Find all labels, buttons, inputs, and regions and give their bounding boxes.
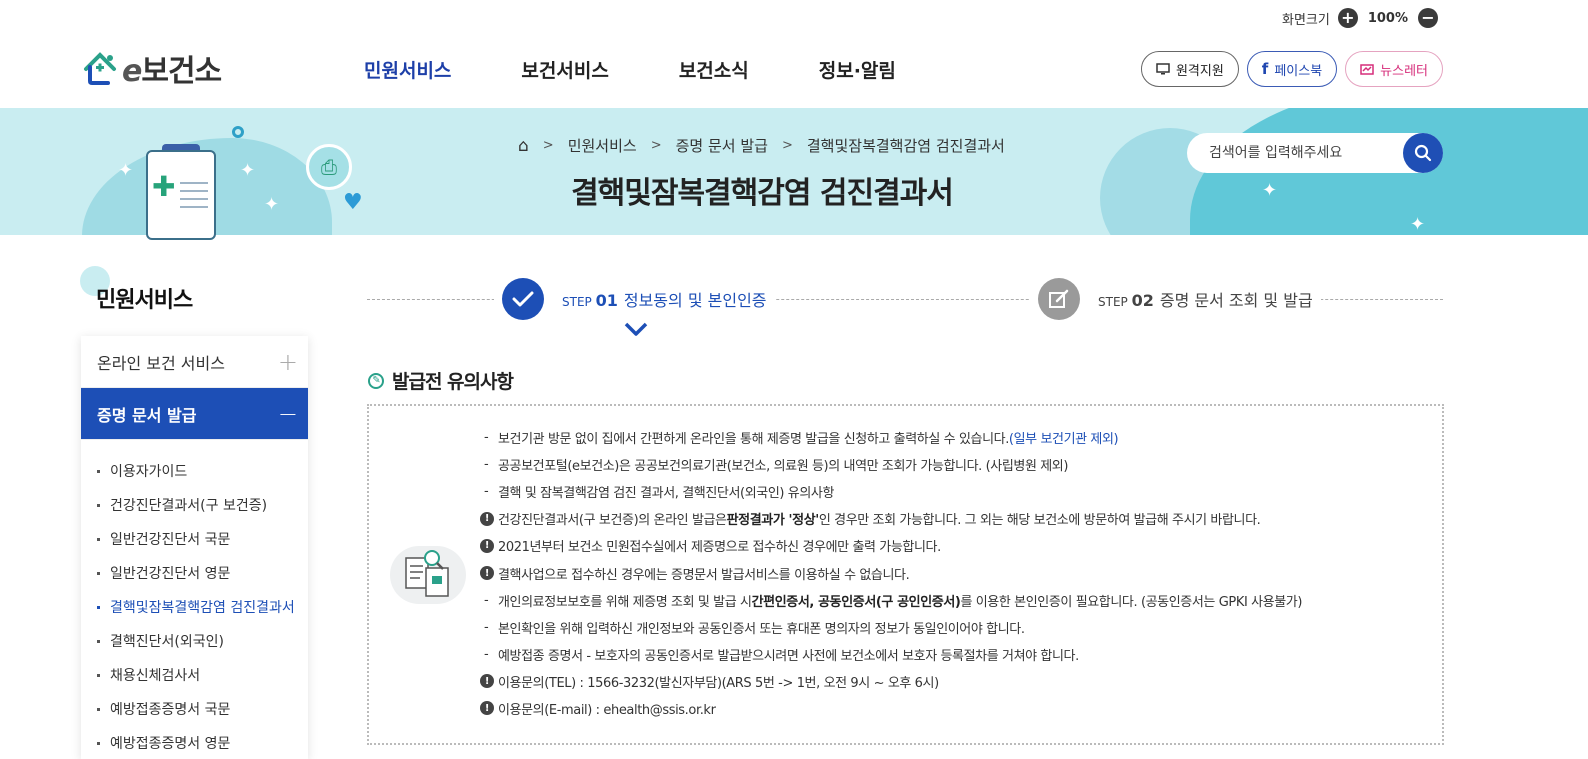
exclamation-icon: ! <box>480 701 494 716</box>
sidebar-item-tb-result[interactable]: 결핵및잠복결핵감염 검진결과서 <box>81 590 308 624</box>
zoom-label: 화면크기 <box>1281 12 1330 28</box>
newsletter-button[interactable]: 뉴스레터 <box>1345 51 1443 87</box>
notice-item: - 개인의료정보보호를 위해 제증명 조회 및 발급 시 간편인증서, 공동인증서… <box>484 592 1303 610</box>
search-box <box>1187 133 1443 173</box>
notice-item: ! 이용문의(TEL) : 1566-3232(발신자부담)(ARS 5번 -> … <box>480 668 1302 695</box>
exclamation-icon: ! <box>480 511 494 526</box>
global-nav: 민원서비스 보건서비스 보건소식 정보·알림 <box>364 56 896 83</box>
notice-item: ! 이용문의(E-mail) : ehealth@ssis.or.kr <box>480 695 1302 722</box>
notice-item: - 결핵 및 잠복결핵감염 검진 결과서, 결핵진단서(외국인) 유의사항 <box>484 484 835 502</box>
sidebar-group-online-health[interactable]: 온라인 보건 서비스 + <box>81 336 308 388</box>
step-label: 증명 문서 조회 및 발급 <box>1159 291 1313 310</box>
minus-icon: − <box>277 399 298 428</box>
step-02: STEP 02 증명 문서 조회 및 발급 <box>1030 278 1321 320</box>
exclamation-icon: ! <box>480 674 494 689</box>
sidebar-item-health-result[interactable]: 건강진단결과서(구 보건증) <box>81 488 308 522</box>
exclamation-icon: ! <box>480 566 494 581</box>
logo-house-icon <box>84 52 116 85</box>
exclamation-icon: ! <box>480 538 494 553</box>
logo-text: e보건소 <box>122 54 222 89</box>
facebook-button[interactable]: f 페이스북 <box>1246 51 1338 87</box>
sidebar-item-tb-foreigner[interactable]: 결핵진단서(외국인) <box>81 624 308 658</box>
breadcrumb: ⌂ > 민원서비스 > 증명 문서 발급 > 결핵및잠복결핵감염 검진결과서 <box>518 135 1005 156</box>
notice-list: - 보건기관 방문 없이 집에서 간편하게 온라인을 통해 제증명 발급을 신청하… <box>480 424 1302 722</box>
step-number: STEP 01 <box>562 291 618 310</box>
notice-title: ✎ 발급전 유의사항 <box>368 367 514 394</box>
newsletter-icon <box>1360 64 1374 75</box>
page-title: 결핵및잠복결핵감염 검진결과서 <box>571 176 954 211</box>
chevron-right-icon: > <box>542 138 554 153</box>
sparkle-icon: ✦ <box>1410 214 1426 235</box>
site-logo[interactable]: e보건소 <box>82 46 222 90</box>
plus-icon: + <box>277 347 298 376</box>
step-check-icon <box>502 278 544 320</box>
step-number: STEP 02 <box>1098 291 1154 310</box>
search-input[interactable] <box>1209 145 1389 161</box>
gnb-health-service[interactable]: 보건서비스 <box>521 56 608 83</box>
chevron-down-icon <box>624 322 648 336</box>
step-01: STEP 01 정보동의 및 본인인증 <box>494 278 775 320</box>
zoom-out-button[interactable]: − <box>1418 8 1438 28</box>
search-button[interactable] <box>1403 133 1443 173</box>
sidebar-item-general-en[interactable]: 일반건강진단서 영문 <box>81 556 308 590</box>
gnb-health-news[interactable]: 보건소식 <box>679 56 749 83</box>
step-edit-icon <box>1038 278 1080 320</box>
remote-support-button[interactable]: 원격지원 <box>1140 51 1239 87</box>
sidebar-item-vaccine-kr[interactable]: 예방접종증명서 국문 <box>81 692 308 726</box>
chevron-right-icon: > <box>781 138 793 153</box>
home-icon[interactable]: ⌂ <box>518 136 529 156</box>
facebook-icon: f <box>1261 60 1269 78</box>
gnb-civil-service[interactable]: 민원서비스 <box>364 56 451 83</box>
breadcrumb-current: 결핵및잠복결핵감염 검진결과서 <box>806 137 1005 155</box>
sidebar-item-user-guide[interactable]: 이용자가이드 <box>81 454 308 488</box>
header-buttons: 원격지원 f 페이스북 뉴스레터 <box>1140 51 1443 87</box>
notice-item: ! 결핵사업으로 접수하신 경우에는 증명문서 발급서비스를 이용하실 수 없습니… <box>480 559 1302 586</box>
notice-item: - 보건기관 방문 없이 집에서 간편하게 온라인을 통해 제증명 발급을 신청하… <box>484 430 1119 448</box>
sidebar-menu: 온라인 보건 서비스 + 증명 문서 발급 − 이용자가이드 건강진단결과서(구… <box>81 336 308 759</box>
monitor-icon <box>1156 63 1170 75</box>
notice-item: ! 건강진단결과서(구 보건증)의 온라인 발급은 판정결과가 '정상' 인 경우만… <box>480 505 1302 532</box>
sidebar-title: 민원서비스 <box>96 288 193 313</box>
sidebar-submenu: 이용자가이드 건강진단결과서(구 보건증) 일반건강진단서 국문 일반건강진단서… <box>81 440 308 759</box>
notice-item: ! 2021년부터 보건소 민원접수실에서 제증명으로 접수하신 경우에만 출력 … <box>480 532 1302 559</box>
pen-circle-icon: ✎ <box>368 372 384 389</box>
ring-decoration <box>232 126 244 138</box>
breadcrumb-item[interactable]: 증명 문서 발급 <box>676 135 768 156</box>
notice-item: - 공공보건포털(e보건소)은 공공보건의료기관(보건소, 의료원 등)의 내역만… <box>484 457 1069 475</box>
zoom-value: 100% <box>1367 10 1408 26</box>
chevron-right-icon: > <box>650 138 662 153</box>
breadcrumb-item[interactable]: 민원서비스 <box>568 135 637 156</box>
zoom-control: 화면크기 + 100% − <box>1282 8 1438 28</box>
notice-item: - 본인확인을 위해 입력하신 개인정보와 공동인증서 또는 휴대폰 명의자의 정… <box>484 619 1025 637</box>
zoom-in-button[interactable]: + <box>1337 8 1358 28</box>
step-label: 정보동의 및 본인인증 <box>623 291 767 310</box>
sidebar-item-general-kr[interactable]: 일반건강진단서 국문 <box>81 522 308 556</box>
sidebar-item-vaccine-en[interactable]: 예방접종증명서 영문 <box>81 726 308 759</box>
sidebar-group-certificate[interactable]: 증명 문서 발급 − <box>81 388 308 440</box>
gnb-info-notice[interactable]: 정보·알림 <box>819 56 896 83</box>
notice-item: - 예방접종 증명서 - 보호자의 공동인증서로 발급받으시려면 사전에 보건소에… <box>484 646 1079 664</box>
sidebar-item-employment-exam[interactable]: 채용신체검사서 <box>81 658 308 692</box>
document-search-icon <box>390 546 466 604</box>
search-icon <box>1414 144 1432 162</box>
